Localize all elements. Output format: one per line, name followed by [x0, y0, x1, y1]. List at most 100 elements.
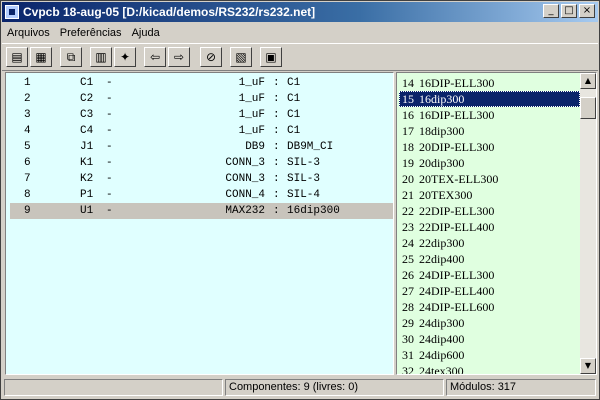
component-value: 1_uF	[238, 109, 265, 121]
menu-arquivos[interactable]: Arquivos	[2, 27, 55, 39]
component-footprint: C1	[287, 77, 301, 89]
footprint-number: 20	[402, 172, 414, 186]
component-separator: -	[106, 141, 113, 153]
documentation-icon[interactable]: ▣	[260, 47, 282, 67]
footprint-row[interactable]: 18 20DIP-ELL300	[399, 139, 580, 155]
menu-ajuda[interactable]: Ajuda	[127, 27, 165, 39]
footprint-row[interactable]: 30 24dip400	[399, 331, 580, 347]
save-netlist-icon[interactable]: ▦	[30, 47, 52, 67]
component-row[interactable]: 5 J1- DB9: DB9M_CI	[10, 139, 393, 155]
footprint-list[interactable]: 14 16DIP-ELL300 15 16dip300 16 16DIP-ELL300 17…	[396, 72, 597, 375]
component-value: 1_uF	[238, 77, 265, 89]
component-row[interactable]: 1 C1-1_uF: C1	[10, 75, 393, 91]
component-row[interactable]: 3 C3- 1_uF: C1	[10, 107, 393, 123]
footprint-name: 24DIP-ELL400	[419, 284, 495, 298]
component-footprint: SIL-3	[287, 157, 321, 169]
scroll-up-icon[interactable]: ▲	[580, 73, 596, 89]
footprint-number: 29	[402, 316, 414, 330]
component-value: MAX232	[225, 205, 265, 217]
footprint-number: 32	[402, 364, 414, 375]
scroll-thumb[interactable]	[580, 97, 596, 119]
create-stuff-file-icon[interactable]: ▧	[230, 47, 252, 67]
footprint-row[interactable]: 14 16DIP-ELL300	[399, 75, 580, 91]
component-reference: J1	[80, 141, 94, 153]
footprint-row[interactable]: 28 24DIP-ELL600	[399, 299, 580, 315]
app-icon[interactable]	[5, 5, 19, 19]
status-modules: Módulos: 317	[446, 379, 596, 396]
component-value: CONN_3	[225, 173, 265, 185]
component-reference: P1	[80, 189, 94, 201]
delete-associations-icon[interactable]: ⊘	[200, 47, 222, 67]
component-row[interactable]: 4 C4- 1_uF: C1	[10, 123, 393, 139]
component-row[interactable]: 8 P1- CONN_4: SIL-4	[10, 187, 393, 203]
auto-associate-icon[interactable]: ✦	[114, 47, 136, 67]
footprint-scrollbar[interactable]: ▲ ▼	[580, 73, 596, 374]
maximize-button[interactable]: □	[561, 4, 577, 18]
component-colon: :	[273, 205, 280, 217]
footprint-row[interactable]: 29 24dip300	[399, 315, 580, 331]
title-bar[interactable]: Cvpcb 18-aug-05 [D:/kicad/demos/RS232/rs…	[2, 2, 598, 22]
component-value: 1_uF	[238, 125, 265, 137]
footprint-row[interactable]: 21 20TEX300	[399, 187, 580, 203]
footprint-row[interactable]: 26 24DIP-ELL300	[399, 267, 580, 283]
component-separator: -	[106, 93, 113, 105]
footprint-row[interactable]: 31 24dip600	[399, 347, 580, 363]
component-colon: :	[273, 109, 280, 121]
minimize-button[interactable]: _	[543, 4, 559, 18]
load-netlist-icon[interactable]: ▤	[6, 47, 28, 67]
component-value: 1_uF	[238, 93, 265, 105]
footprint-name: 22DIP-ELL400	[419, 220, 495, 234]
component-separator: -	[106, 173, 113, 185]
footprint-row[interactable]: 16 16DIP-ELL300	[399, 107, 580, 123]
menu-preferencias[interactable]: Preferências	[55, 27, 127, 39]
component-number: 5	[24, 141, 31, 153]
footprint-number: 28	[402, 300, 414, 314]
footprint-row[interactable]: 24 22dip300	[399, 235, 580, 251]
footprint-name: 20TEX-ELL300	[419, 172, 499, 186]
toolbar: ▤ ▦ ⧉ ▥ ✦ ⇦ ⇨ ⊘ ▧ ▣	[2, 43, 598, 71]
components-list[interactable]: 1 C1-1_uF: C1 2 C2-1_uF: C1 3 C3-1_uF: C1 4 C4-1_u…	[5, 72, 394, 375]
component-separator: -	[106, 205, 113, 217]
component-number: 1	[24, 77, 31, 89]
component-row[interactable]: 6 K1- CONN_3: SIL-3	[10, 155, 393, 171]
footprint-name: 16dip300	[419, 92, 465, 106]
main-window: Cvpcb 18-aug-05 [D:/kicad/demos/RS232/rs…	[0, 0, 600, 400]
component-row[interactable]: 2 C2- 1_uF: C1	[10, 91, 393, 107]
footprint-name: 20DIP-ELL300	[419, 140, 495, 154]
library-settings-icon[interactable]: ▥	[90, 47, 112, 67]
component-colon: :	[273, 93, 280, 105]
footprint-row[interactable]: 17 18dip300	[399, 123, 580, 139]
component-row[interactable]: 7 K2- CONN_3: SIL-3	[10, 171, 393, 187]
footprint-row[interactable]: 25 22dip400	[399, 251, 580, 267]
scroll-down-icon[interactable]: ▼	[580, 358, 596, 374]
next-icon[interactable]: ⇨	[168, 47, 190, 67]
previous-icon[interactable]: ⇦	[144, 47, 166, 67]
footprint-row[interactable]: 15 16dip300	[399, 91, 580, 107]
footprint-name: 20dip300	[419, 156, 465, 170]
close-button[interactable]: ×	[579, 4, 595, 18]
footprint-row[interactable]: 20 20TEX-ELL300	[399, 171, 580, 187]
footprint-row[interactable]: 27 24DIP-ELL400	[399, 283, 580, 299]
display-footprint-icon[interactable]: ⧉	[60, 47, 82, 67]
footprint-name: 24DIP-ELL300	[419, 268, 495, 282]
footprint-name: 22dip400	[419, 252, 465, 266]
footprint-number: 27	[402, 284, 414, 298]
footprint-row[interactable]: 22 22DIP-ELL300	[399, 203, 580, 219]
footprint-row[interactable]: 32 24tex300	[399, 363, 580, 375]
footprint-row[interactable]: 19 20dip300	[399, 155, 580, 171]
component-colon: :	[273, 189, 280, 201]
component-colon: :	[273, 173, 280, 185]
footprint-name: 18dip300	[419, 124, 465, 138]
component-value: CONN_4	[225, 189, 265, 201]
footprint-name: 16DIP-ELL300	[419, 108, 495, 122]
footprint-row[interactable]: 23 22DIP-ELL400	[399, 219, 580, 235]
component-reference: C4	[80, 125, 94, 137]
footprint-number: 14	[402, 76, 414, 90]
component-row[interactable]: 9 U1- MAX232:16dip300	[10, 203, 393, 219]
component-colon: :	[273, 77, 280, 89]
footprint-number: 30	[402, 332, 414, 346]
component-separator: -	[106, 189, 113, 201]
component-footprint: C1	[287, 93, 301, 105]
footprint-name: 24dip300	[419, 316, 465, 330]
status-cell-empty	[4, 379, 223, 396]
